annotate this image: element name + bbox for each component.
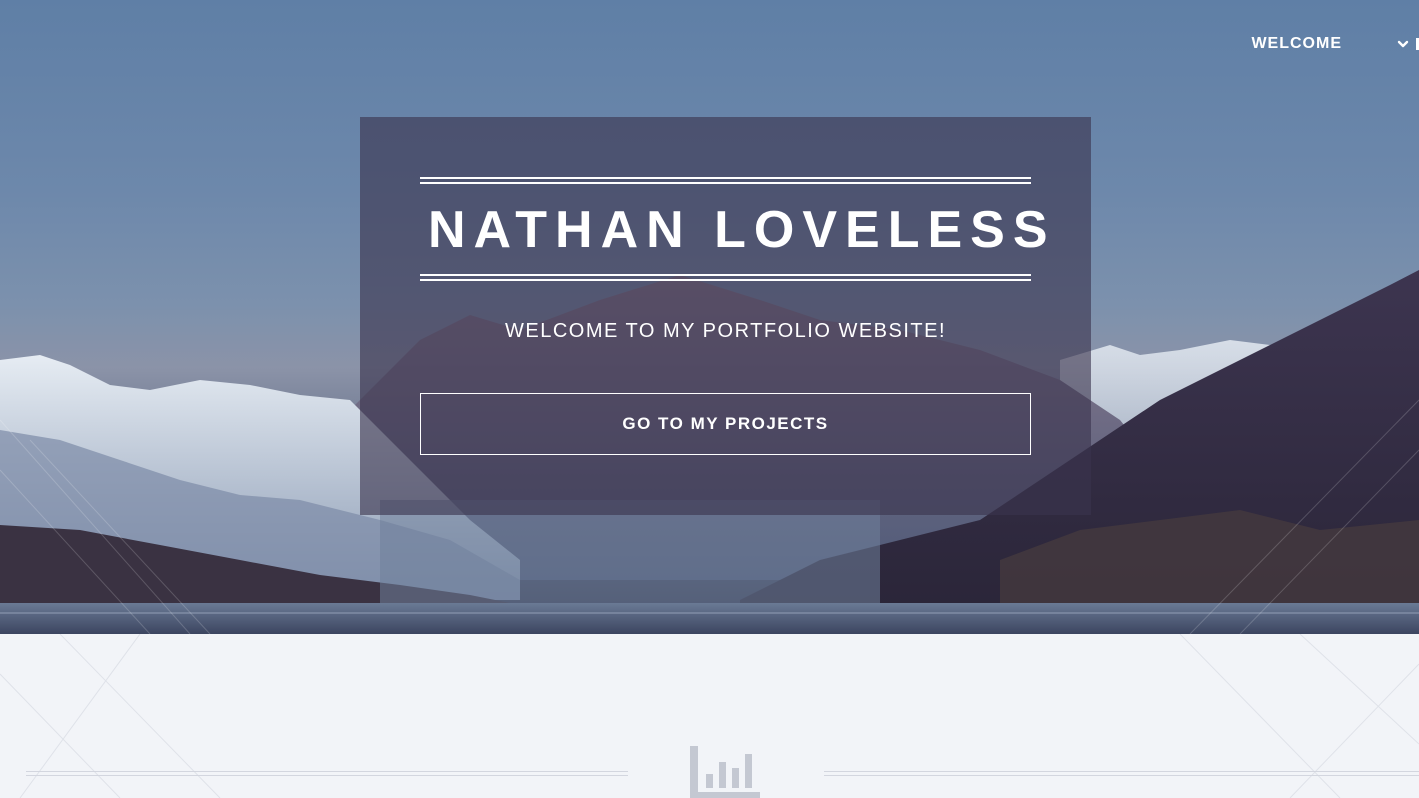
section-divider-right [824,771,1419,776]
intro-section [0,634,1419,798]
hero-subtitle: WELCOME TO MY PORTFOLIO WEBSITE! [504,320,947,342]
page: WELCOME NATHAN LOVELESS WELCOME TO MY PO… [0,0,1419,798]
title-rule-top [420,177,1031,184]
hero-panel: NATHAN LOVELESS WELCOME TO MY PORTFOLIO … [360,117,1091,515]
top-nav: WELCOME [1251,0,1419,88]
title-block: NATHAN LOVELESS [420,177,1056,281]
section-divider-left [26,771,628,776]
hero-section: WELCOME NATHAN LOVELESS WELCOME TO MY PO… [0,0,1419,634]
chevron-down-icon[interactable] [1396,37,1410,51]
title-rule-bottom [420,274,1031,281]
go-to-projects-label: GO TO MY PROJECTS [622,414,829,433]
go-to-projects-button[interactable]: GO TO MY PROJECTS [420,393,1031,455]
site-title: NATHAN LOVELESS [428,201,1056,259]
nav-welcome-link[interactable]: WELCOME [1251,35,1342,53]
bar-chart-icon [690,746,760,798]
